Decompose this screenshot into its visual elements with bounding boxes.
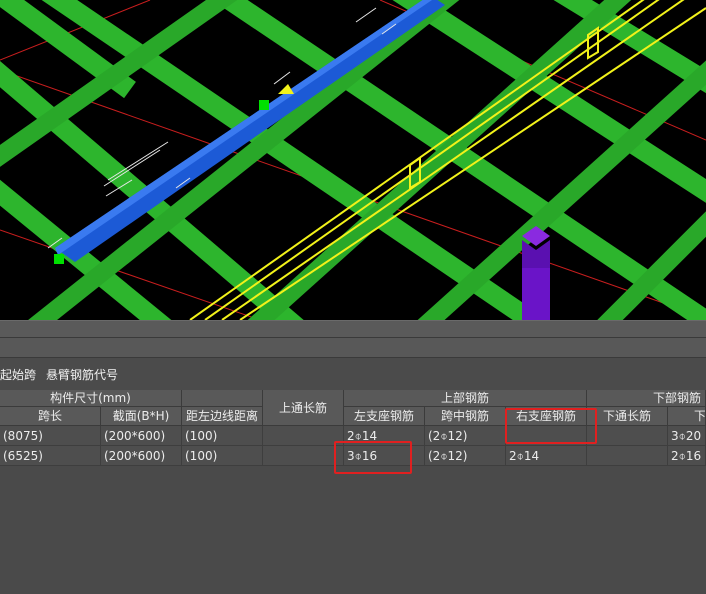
cell-top-through[interactable] [263, 426, 344, 446]
rebar-table: 构件尺寸(mm) 上通长筋 上部钢筋 下部钢筋 跨长 截面(B*H) 距左边线距… [0, 390, 706, 594]
header-mid-span[interactable]: 跨中钢筋 [425, 407, 506, 426]
cell-span[interactable]: (8075) [0, 426, 101, 446]
grip-marker[interactable] [54, 254, 64, 264]
cell-mid-span[interactable]: (2⌽12) [425, 426, 506, 446]
table-toolbar: 起始跨 悬臂钢筋代号 [0, 358, 706, 390]
header-section[interactable]: 截面(B*H) [101, 407, 182, 426]
cell-bottom-through[interactable] [587, 446, 668, 466]
cell-span[interactable]: (6525) [0, 446, 101, 466]
cell-section[interactable]: (200*600) [101, 426, 182, 446]
cell-mid-span[interactable]: (2⌽12) [425, 446, 506, 466]
header-group-member-size: 构件尺寸(mm) [0, 390, 182, 407]
cell-top-through[interactable] [263, 446, 344, 466]
model-canvas[interactable] [0, 0, 706, 320]
start-span-button[interactable]: 起始跨 [0, 366, 36, 383]
header-span[interactable]: 跨长 [0, 407, 101, 426]
cantilever-code-button[interactable]: 悬臂钢筋代号 [46, 366, 118, 383]
cell-right-support[interactable] [506, 426, 587, 446]
header-group-top: 上部钢筋 [344, 390, 587, 407]
cell-offset[interactable]: (100) [182, 446, 263, 466]
cell-bottom-through[interactable] [587, 426, 668, 446]
cell-section[interactable]: (200*600) [101, 446, 182, 466]
header-bottom-next[interactable]: 下 [668, 407, 706, 426]
header-bottom-through[interactable]: 下通长筋 [587, 407, 668, 426]
3d-viewport[interactable] [0, 0, 706, 320]
cell-bottom-next[interactable]: 2⌽16 [668, 446, 706, 466]
header-right-support[interactable]: 右支座钢筋 [506, 407, 587, 426]
panel-header-band [0, 338, 706, 358]
header-offset[interactable]: 距左边线距离 [182, 407, 263, 426]
header-top-through[interactable]: 上通长筋 [263, 390, 344, 426]
header-left-support[interactable]: 左支座钢筋 [344, 407, 425, 426]
cell-left-support[interactable]: 3⌽16 [344, 446, 425, 466]
cell-bottom-next[interactable]: 3⌽20 [668, 426, 706, 446]
header-blank [182, 390, 263, 407]
header-group-bottom: 下部钢筋 [587, 390, 706, 407]
panel-splitter[interactable] [0, 320, 706, 338]
cell-offset[interactable]: (100) [182, 426, 263, 446]
cell-right-support[interactable]: 2⌽14 [506, 446, 587, 466]
cell-left-support[interactable]: 2⌽14 [344, 426, 425, 446]
grip-marker[interactable] [259, 100, 269, 110]
